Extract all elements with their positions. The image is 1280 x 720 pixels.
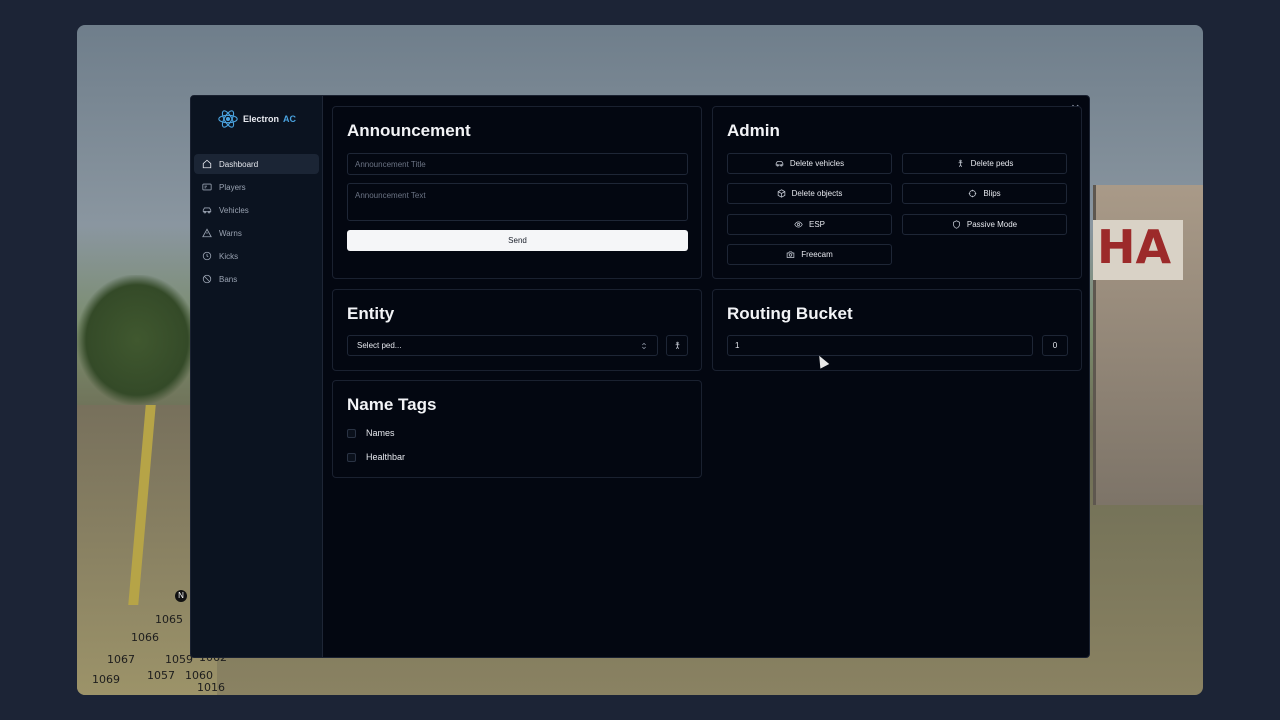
ped-select[interactable]: Select ped... [347, 335, 658, 356]
button-label: Blips [983, 189, 1001, 198]
dashboard-content: ✕ Announcement Announcement Title Announ… [323, 96, 1089, 657]
blips-button[interactable]: Blips [902, 183, 1067, 204]
sidebar-item-label: Vehicles [219, 205, 249, 215]
button-label: ESP [808, 220, 825, 229]
map-label: 1016 [197, 681, 225, 694]
eye-icon [794, 221, 803, 228]
ban-icon [202, 274, 212, 284]
delete-peds-button[interactable]: Delete peds [902, 153, 1067, 174]
brand-logo: Electron AC [191, 108, 322, 130]
announcement-card: Announcement Announcement Title Announce… [332, 106, 702, 279]
sidebar-item-label: Dashboard [219, 159, 259, 169]
admin-panel-window: Electron AC Dashboard Players Vehicles W… [190, 95, 1090, 658]
home-icon [202, 159, 212, 169]
routing-bucket-current[interactable]: 0 [1042, 335, 1068, 356]
sidebar: Electron AC Dashboard Players Vehicles W… [191, 96, 323, 657]
camera-icon [786, 251, 795, 258]
map-label: 1066 [131, 631, 159, 644]
clock-icon [202, 251, 212, 261]
map-label: 1057 [147, 669, 175, 682]
warning-icon [202, 228, 212, 238]
esp-button[interactable]: ESP [727, 214, 892, 235]
background-tree [77, 275, 197, 405]
healthbar-checkbox[interactable] [347, 452, 356, 462]
announcement-text-input[interactable]: Announcement Text [347, 183, 688, 221]
name-tags-heading: Name Tags [347, 395, 437, 414]
sidebar-item-label: Warns [219, 228, 242, 238]
option-label: Names [366, 428, 395, 438]
button-label: Delete vehicles [789, 159, 845, 168]
option-label: Healthbar [366, 452, 406, 462]
names-checkbox[interactable] [347, 428, 356, 438]
ped-action-button[interactable] [666, 335, 688, 356]
car-icon [775, 161, 784, 167]
freecam-button[interactable]: Freecam [727, 244, 892, 265]
entity-card: Entity Select ped... [332, 289, 702, 371]
button-label: Delete peds [970, 159, 1014, 168]
crosshair-icon [969, 189, 977, 198]
sidebar-item-label: Kicks [219, 251, 239, 261]
brand-accent: AC [283, 114, 296, 124]
announcement-title-input[interactable]: Announcement Title [347, 153, 688, 175]
routing-bucket-card: Routing Bucket 1 0 [712, 289, 1082, 371]
ped-select-value: Select ped... [357, 341, 402, 350]
admin-card: Admin Delete vehicles Delete peds Delete… [712, 106, 1082, 279]
sidebar-item-bans[interactable]: Bans [194, 269, 319, 289]
atom-icon [218, 110, 238, 128]
person-icon [958, 159, 963, 168]
send-button[interactable]: Send [347, 230, 688, 251]
delete-objects-button[interactable]: Delete objects [727, 183, 892, 204]
map-label: 1059 [165, 653, 193, 666]
map-label: 1067 [107, 653, 135, 666]
person-icon [675, 341, 679, 350]
map-label: 1065 [155, 613, 183, 626]
button-label: Freecam [801, 250, 833, 259]
sidebar-item-players[interactable]: Players [194, 177, 319, 197]
names-option[interactable]: Names [347, 428, 395, 438]
button-label: Delete objects [791, 189, 843, 198]
id-card-icon [202, 183, 212, 191]
sidebar-item-vehicles[interactable]: Vehicles [194, 200, 319, 220]
sidebar-item-dashboard[interactable]: Dashboard [194, 154, 319, 174]
delete-vehicles-button[interactable]: Delete vehicles [727, 153, 892, 174]
routing-bucket-input[interactable]: 1 [727, 335, 1033, 356]
healthbar-option[interactable]: Healthbar [347, 452, 405, 462]
sidebar-item-label: Players [219, 182, 246, 192]
passive-mode-button[interactable]: Passive Mode [902, 214, 1067, 235]
announcement-heading: Announcement [347, 121, 471, 140]
sidebar-item-label: Bans [219, 274, 238, 284]
entity-heading: Entity [347, 304, 395, 323]
sidebar-item-kicks[interactable]: Kicks [194, 246, 319, 266]
sidebar-item-warns[interactable]: Warns [194, 223, 319, 243]
brand-name: Electron [242, 114, 279, 124]
button-label: Passive Mode [966, 220, 1018, 229]
map-north-marker: N [175, 590, 187, 602]
name-tags-card: Name Tags Names Healthbar [332, 380, 702, 478]
admin-heading: Admin [727, 121, 780, 140]
car-icon [202, 207, 212, 214]
shield-icon [953, 220, 960, 229]
chevron-up-down-icon [642, 342, 646, 349]
routing-bucket-heading: Routing Bucket [727, 304, 853, 323]
background-sign: HA [1093, 220, 1183, 280]
map-label: 1069 [92, 673, 120, 686]
box-icon [777, 189, 785, 198]
